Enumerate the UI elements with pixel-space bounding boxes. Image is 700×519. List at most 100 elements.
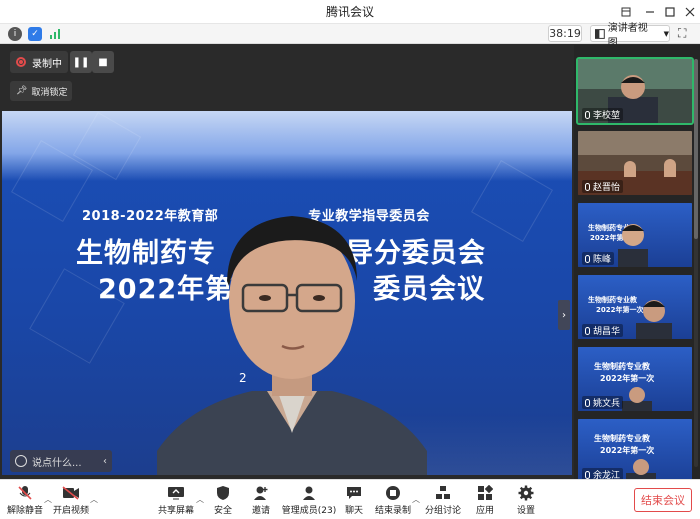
unmute-button[interactable]: 解除静音 xyxy=(7,482,44,518)
gear-icon xyxy=(517,485,535,501)
bottom-toolbar: 解除静音 ︿ 开启视频 ︿ 共享屏幕 ︿ 安全 邀请 管理成员(23) 聊天 结… xyxy=(0,479,700,519)
stop-record-icon xyxy=(384,485,402,501)
chevron-up-icon[interactable]: ︿ xyxy=(90,494,98,505)
microphone-icon xyxy=(585,326,590,335)
chevron-right-icon: › xyxy=(562,309,566,321)
participant-name: 陈峰 xyxy=(593,255,612,265)
camera-off-icon xyxy=(62,485,80,501)
chevron-up-icon[interactable]: ︿ xyxy=(412,494,420,505)
close-icon[interactable] xyxy=(676,0,700,24)
participant-video xyxy=(636,300,672,339)
add-user-icon xyxy=(252,485,270,501)
pause-recording-button[interactable]: ❚❚ xyxy=(70,51,92,73)
participant-name: 赵晋怡 xyxy=(593,183,621,193)
recording-indicator[interactable]: 录制中 xyxy=(10,51,68,73)
speaker-video xyxy=(157,216,427,475)
chevron-up-icon[interactable]: ︿ xyxy=(44,494,52,505)
unmute-label: 解除静音 xyxy=(7,505,44,516)
stop-recording-button[interactable]: ■ xyxy=(92,51,114,73)
security-button[interactable]: 安全 xyxy=(210,482,236,518)
chat-input[interactable]: 说点什么... ‹ xyxy=(10,450,112,472)
participant-video xyxy=(622,387,652,411)
chevron-up-icon[interactable]: ︿ xyxy=(196,494,204,505)
participant-tile[interactable]: 生物制药专业教 2022年第一次 姚文兵 xyxy=(578,347,692,411)
members-icon xyxy=(300,485,318,501)
participant-name-tag: 李校堃 xyxy=(582,108,624,121)
emoji-icon[interactable] xyxy=(15,455,27,467)
participant-name-tag: 胡昌华 xyxy=(582,324,624,337)
participant-tile[interactable]: 生物制药专业教 2022年第一次 胡昌华 xyxy=(578,275,692,339)
shield-icon[interactable]: ✓ xyxy=(28,27,42,41)
main-stage: 录制中 ❚❚ ■ 📌︎ 取消锁定 2018-2022年教育部 专业教学指导委员会 … xyxy=(0,45,574,479)
participant-name: 胡昌华 xyxy=(593,327,621,337)
view-selector-label: 演讲者视图 xyxy=(607,22,648,49)
microphone-icon xyxy=(585,254,590,263)
chevron-down-icon: ▼ xyxy=(663,29,669,38)
participant-tile[interactable]: 赵晋怡 xyxy=(578,131,692,195)
apps-button[interactable]: 应用 xyxy=(474,482,496,518)
breakout-label: 分组讨论 xyxy=(425,505,462,516)
chat-label: 聊天 xyxy=(344,505,363,516)
shield-icon xyxy=(214,485,232,501)
participant-tile[interactable]: 生物制药专业 2022年第一 陈峰 xyxy=(578,203,692,267)
shared-slide: 2018-2022年教育部 专业教学指导委员会 生物制药专 导分委员会 2022年第… xyxy=(2,111,572,475)
video-background xyxy=(578,131,692,155)
apps-icon xyxy=(476,484,494,501)
manage-members-label: 管理成员(23) xyxy=(281,505,337,516)
unlock-button[interactable]: 📌︎ 取消锁定 xyxy=(10,81,72,101)
microphone-icon xyxy=(585,182,590,191)
share-screen-label: 共享屏幕 xyxy=(158,505,195,516)
layout-icon xyxy=(595,28,605,39)
microphone-icon xyxy=(585,398,590,407)
chat-placeholder: 说点什么... xyxy=(32,457,82,469)
title-bar: 腾讯会议 xyxy=(0,0,700,24)
share-screen-button[interactable]: 共享屏幕 xyxy=(158,482,194,518)
video-slide-text: 生物制药专业教 xyxy=(594,362,650,371)
info-icon[interactable]: i xyxy=(8,27,22,41)
unlock-label: 取消锁定 xyxy=(31,87,68,98)
end-recording-label: 结束录制 xyxy=(375,505,412,516)
participant-tile[interactable]: 李校堃 xyxy=(576,57,694,125)
participant-video xyxy=(618,224,648,267)
settings-label: 设置 xyxy=(516,505,535,516)
breakout-button[interactable]: 分组讨论 xyxy=(425,482,462,518)
share-screen-icon xyxy=(167,485,185,501)
chat-button[interactable]: 聊天 xyxy=(342,482,366,518)
meeting-info-bar: i ✓ 38:19 演讲者视图 ▼ ⛶ xyxy=(0,23,700,49)
manage-members-button[interactable]: 管理成员(23) xyxy=(281,482,337,518)
start-video-button[interactable]: 开启视频 xyxy=(53,482,90,518)
meeting-window: 腾讯会议 i ✓ 38:19 演讲者视图 ▼ ⛶ 录制中 ❚❚ ■ 📌︎ 取消锁… xyxy=(0,0,700,519)
participant-name-tag: 赵晋怡 xyxy=(582,180,624,193)
video-figure xyxy=(624,161,636,177)
settings-button[interactable]: 设置 xyxy=(514,482,538,518)
participant-name-tag: 陈峰 xyxy=(582,252,615,265)
panel-scrollbar-thumb[interactable] xyxy=(694,59,698,239)
video-figure xyxy=(664,159,676,177)
microphone-muted-icon xyxy=(16,485,34,501)
apps-label: 应用 xyxy=(475,505,494,516)
chat-icon xyxy=(345,485,363,501)
microphone-icon xyxy=(585,470,590,479)
invite-label: 邀请 xyxy=(251,505,270,516)
breakout-icon xyxy=(434,485,452,501)
participant-name: 李校堃 xyxy=(593,111,621,121)
participant-name: 姚文兵 xyxy=(593,399,621,409)
video-slide-text: 生物制药专业教 xyxy=(588,296,637,304)
recording-label: 录制中 xyxy=(32,58,62,70)
pin-icon: 📌︎ xyxy=(16,86,28,96)
view-selector[interactable]: 演讲者视图 ▼ xyxy=(590,23,670,49)
fullscreen-icon[interactable]: ⛶ xyxy=(678,26,686,41)
meeting-timer: 38:19 xyxy=(548,25,582,42)
participant-name-tag: 姚文兵 xyxy=(582,396,624,409)
toggle-panel-button[interactable]: › xyxy=(558,300,570,330)
end-recording-button[interactable]: 结束录制 xyxy=(375,482,412,518)
start-video-label: 开启视频 xyxy=(53,505,90,516)
participant-tile[interactable]: 生物制药专业教 2022年第一次 余龙江 xyxy=(578,419,692,483)
signal-icon[interactable] xyxy=(48,27,62,41)
video-slide-text: 生物制药专业教 xyxy=(594,434,650,443)
window-title: 腾讯会议 xyxy=(325,5,374,19)
chevron-left-icon[interactable]: ‹ xyxy=(103,456,107,467)
end-meeting-button[interactable]: 结束会议 xyxy=(634,488,692,512)
invite-button[interactable]: 邀请 xyxy=(248,482,274,518)
record-icon xyxy=(16,57,26,67)
